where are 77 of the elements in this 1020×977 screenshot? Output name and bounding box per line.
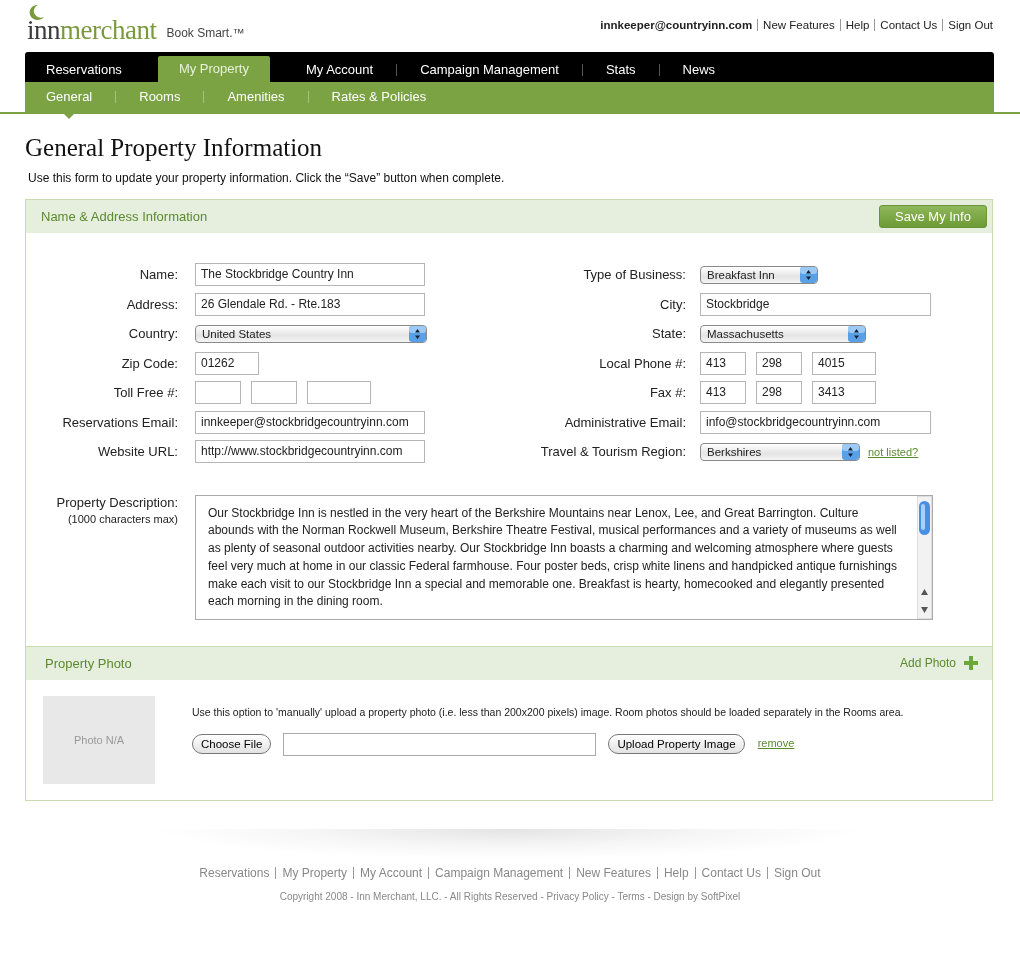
nav-tab[interactable]: Campaign Management bbox=[409, 57, 570, 82]
footer-link[interactable]: Reservations bbox=[193, 866, 276, 879]
header-link[interactable]: Contact Us bbox=[874, 19, 943, 31]
text-field[interactable]: http://www.stockbridgecountryinn.com bbox=[195, 440, 425, 464]
dropdown[interactable]: United States bbox=[195, 324, 427, 343]
select-arrows-icon bbox=[848, 325, 865, 342]
select-arrows-icon bbox=[800, 266, 817, 283]
text-field[interactable]: innkeeper@stockbridgecountryinn.com bbox=[195, 410, 425, 434]
phone-field[interactable] bbox=[251, 381, 297, 405]
copyright-text: Copyright 2008 - Inn Merchant, LLC. - All Rights Reserved - Privacy Policy - Terms - Design by SoftPixel bbox=[278, 890, 742, 902]
select-arrows-icon bbox=[842, 443, 859, 460]
field-label: Zip Code: bbox=[120, 355, 178, 371]
footer-link[interactable]: Campaign Management bbox=[428, 866, 570, 879]
instructions-text: Use this option to 'manually' upload a property photo (i.e. less than 200x200 pixels) image. Room photos should be loaded separately in the Rooms area. bbox=[192, 705, 904, 718]
phone-field[interactable]: 413 bbox=[700, 381, 746, 405]
crescent-moon-icon bbox=[27, 4, 45, 20]
footer-link[interactable]: New Features bbox=[569, 866, 657, 879]
footer-link[interactable]: My Property bbox=[275, 866, 354, 879]
description-field[interactable] bbox=[195, 494, 933, 620]
footer-link[interactable]: Help bbox=[656, 866, 695, 879]
text-field[interactable]: 26 Glendale Rd. - Rte.183 bbox=[195, 292, 425, 316]
file-path-field[interactable] bbox=[283, 732, 597, 756]
intro-text: Use this form to update your property information. Click the “Save” button when complete. bbox=[28, 171, 506, 185]
footer-link[interactable]: Sign Out bbox=[766, 866, 827, 879]
field-note: (1000 characters max) bbox=[66, 512, 178, 525]
footer-link[interactable]: My Account bbox=[353, 866, 429, 879]
footer-link[interactable]: Contact Us bbox=[694, 866, 767, 879]
phone-field[interactable]: 298 bbox=[756, 381, 802, 405]
logo-text: innmerchant bbox=[27, 18, 157, 42]
dropdown[interactable]: Berkshires bbox=[700, 442, 860, 461]
user-email: innkeeper@countryinn.com bbox=[600, 19, 754, 31]
field-label: Country: bbox=[127, 326, 178, 342]
dropdown[interactable]: Massachusetts bbox=[700, 324, 866, 343]
phone-field[interactable] bbox=[195, 381, 241, 405]
field-label: Website URL: bbox=[97, 444, 178, 460]
remove-link[interactable]: remove bbox=[757, 736, 795, 749]
field-label: Type of Business: bbox=[582, 267, 686, 283]
field-label: Address: bbox=[125, 296, 178, 312]
phone-field[interactable]: 413 bbox=[700, 351, 746, 375]
text-field[interactable]: info@stockbridgecountryinn.com bbox=[700, 410, 931, 434]
field-label: City: bbox=[659, 296, 686, 312]
nav-tab[interactable]: Reservations bbox=[35, 57, 133, 82]
photo-caption: Photo N/A bbox=[73, 733, 125, 746]
text-field[interactable]: 01262 bbox=[195, 351, 259, 375]
phone-field[interactable]: 4015 bbox=[812, 351, 876, 375]
nav-tab[interactable]: My Account bbox=[294, 57, 385, 82]
field-label: Reservations Email: bbox=[61, 414, 178, 430]
header-link[interactable]: New Features bbox=[757, 19, 840, 31]
field-label: Travel & Tourism Region: bbox=[539, 444, 686, 460]
phone-field[interactable] bbox=[307, 381, 371, 405]
page-title: General Property Information bbox=[25, 134, 324, 162]
phone-field[interactable]: 3413 bbox=[812, 381, 876, 405]
field-label: Property Description: bbox=[55, 494, 178, 510]
header-link[interactable]: Help bbox=[839, 19, 875, 31]
add-photo-link[interactable]: Add Photo bbox=[899, 656, 956, 670]
link[interactable]: not listed? bbox=[868, 445, 919, 458]
field-label: Fax #: bbox=[648, 385, 686, 401]
field-label: Administrative Email: bbox=[563, 414, 686, 430]
plus-icon bbox=[963, 655, 979, 671]
field-label: Name: bbox=[138, 267, 178, 283]
description-text: Our Stockbridge Inn is nestled in the very heart of the Berkshire Mountains near Lenox, Lee, and Great Barrington. Culture abounds with the Norman Rockwell Museum, Berkshire Theatre Festival, musical performances and a variety of museums as well as plenty of seasonal outdoor activities nearby. Our Stockbridge Inn boasts a charming and welcoming atmosphere where guests feel very much at home in our classic Federal farmhouse. Four poster beds, crisp white linens and handpicked antique furnishings make each visit to our Stockbridge Inn a special and memorable one. Breakfast is hearty, homecooked and elegantly presented each morning in the dining room. bbox=[207, 504, 899, 611]
field-label: Toll Free #: bbox=[112, 385, 178, 401]
section-title: Name & Address Information bbox=[41, 209, 208, 224]
field-label: Local Phone #: bbox=[598, 355, 686, 371]
section-title: Property Photo bbox=[45, 655, 132, 671]
nav-tab[interactable]: News bbox=[671, 57, 727, 82]
select-arrows-icon bbox=[409, 325, 426, 342]
nav-tab[interactable]: Stats bbox=[594, 57, 647, 82]
text-field[interactable]: Stockbridge bbox=[700, 292, 931, 316]
field-label: State: bbox=[651, 326, 686, 342]
tagline: Book Smart.™ bbox=[166, 26, 245, 42]
text-field[interactable]: The Stockbridge Country Inn bbox=[195, 263, 425, 287]
upload-button[interactable]: Upload Property Image bbox=[608, 734, 745, 754]
header-link[interactable]: Sign Out bbox=[942, 19, 993, 31]
choose-file-button[interactable]: Choose File bbox=[192, 734, 272, 754]
dropdown[interactable]: Breakfast Inn bbox=[700, 265, 818, 284]
phone-field[interactable]: 298 bbox=[756, 351, 802, 375]
